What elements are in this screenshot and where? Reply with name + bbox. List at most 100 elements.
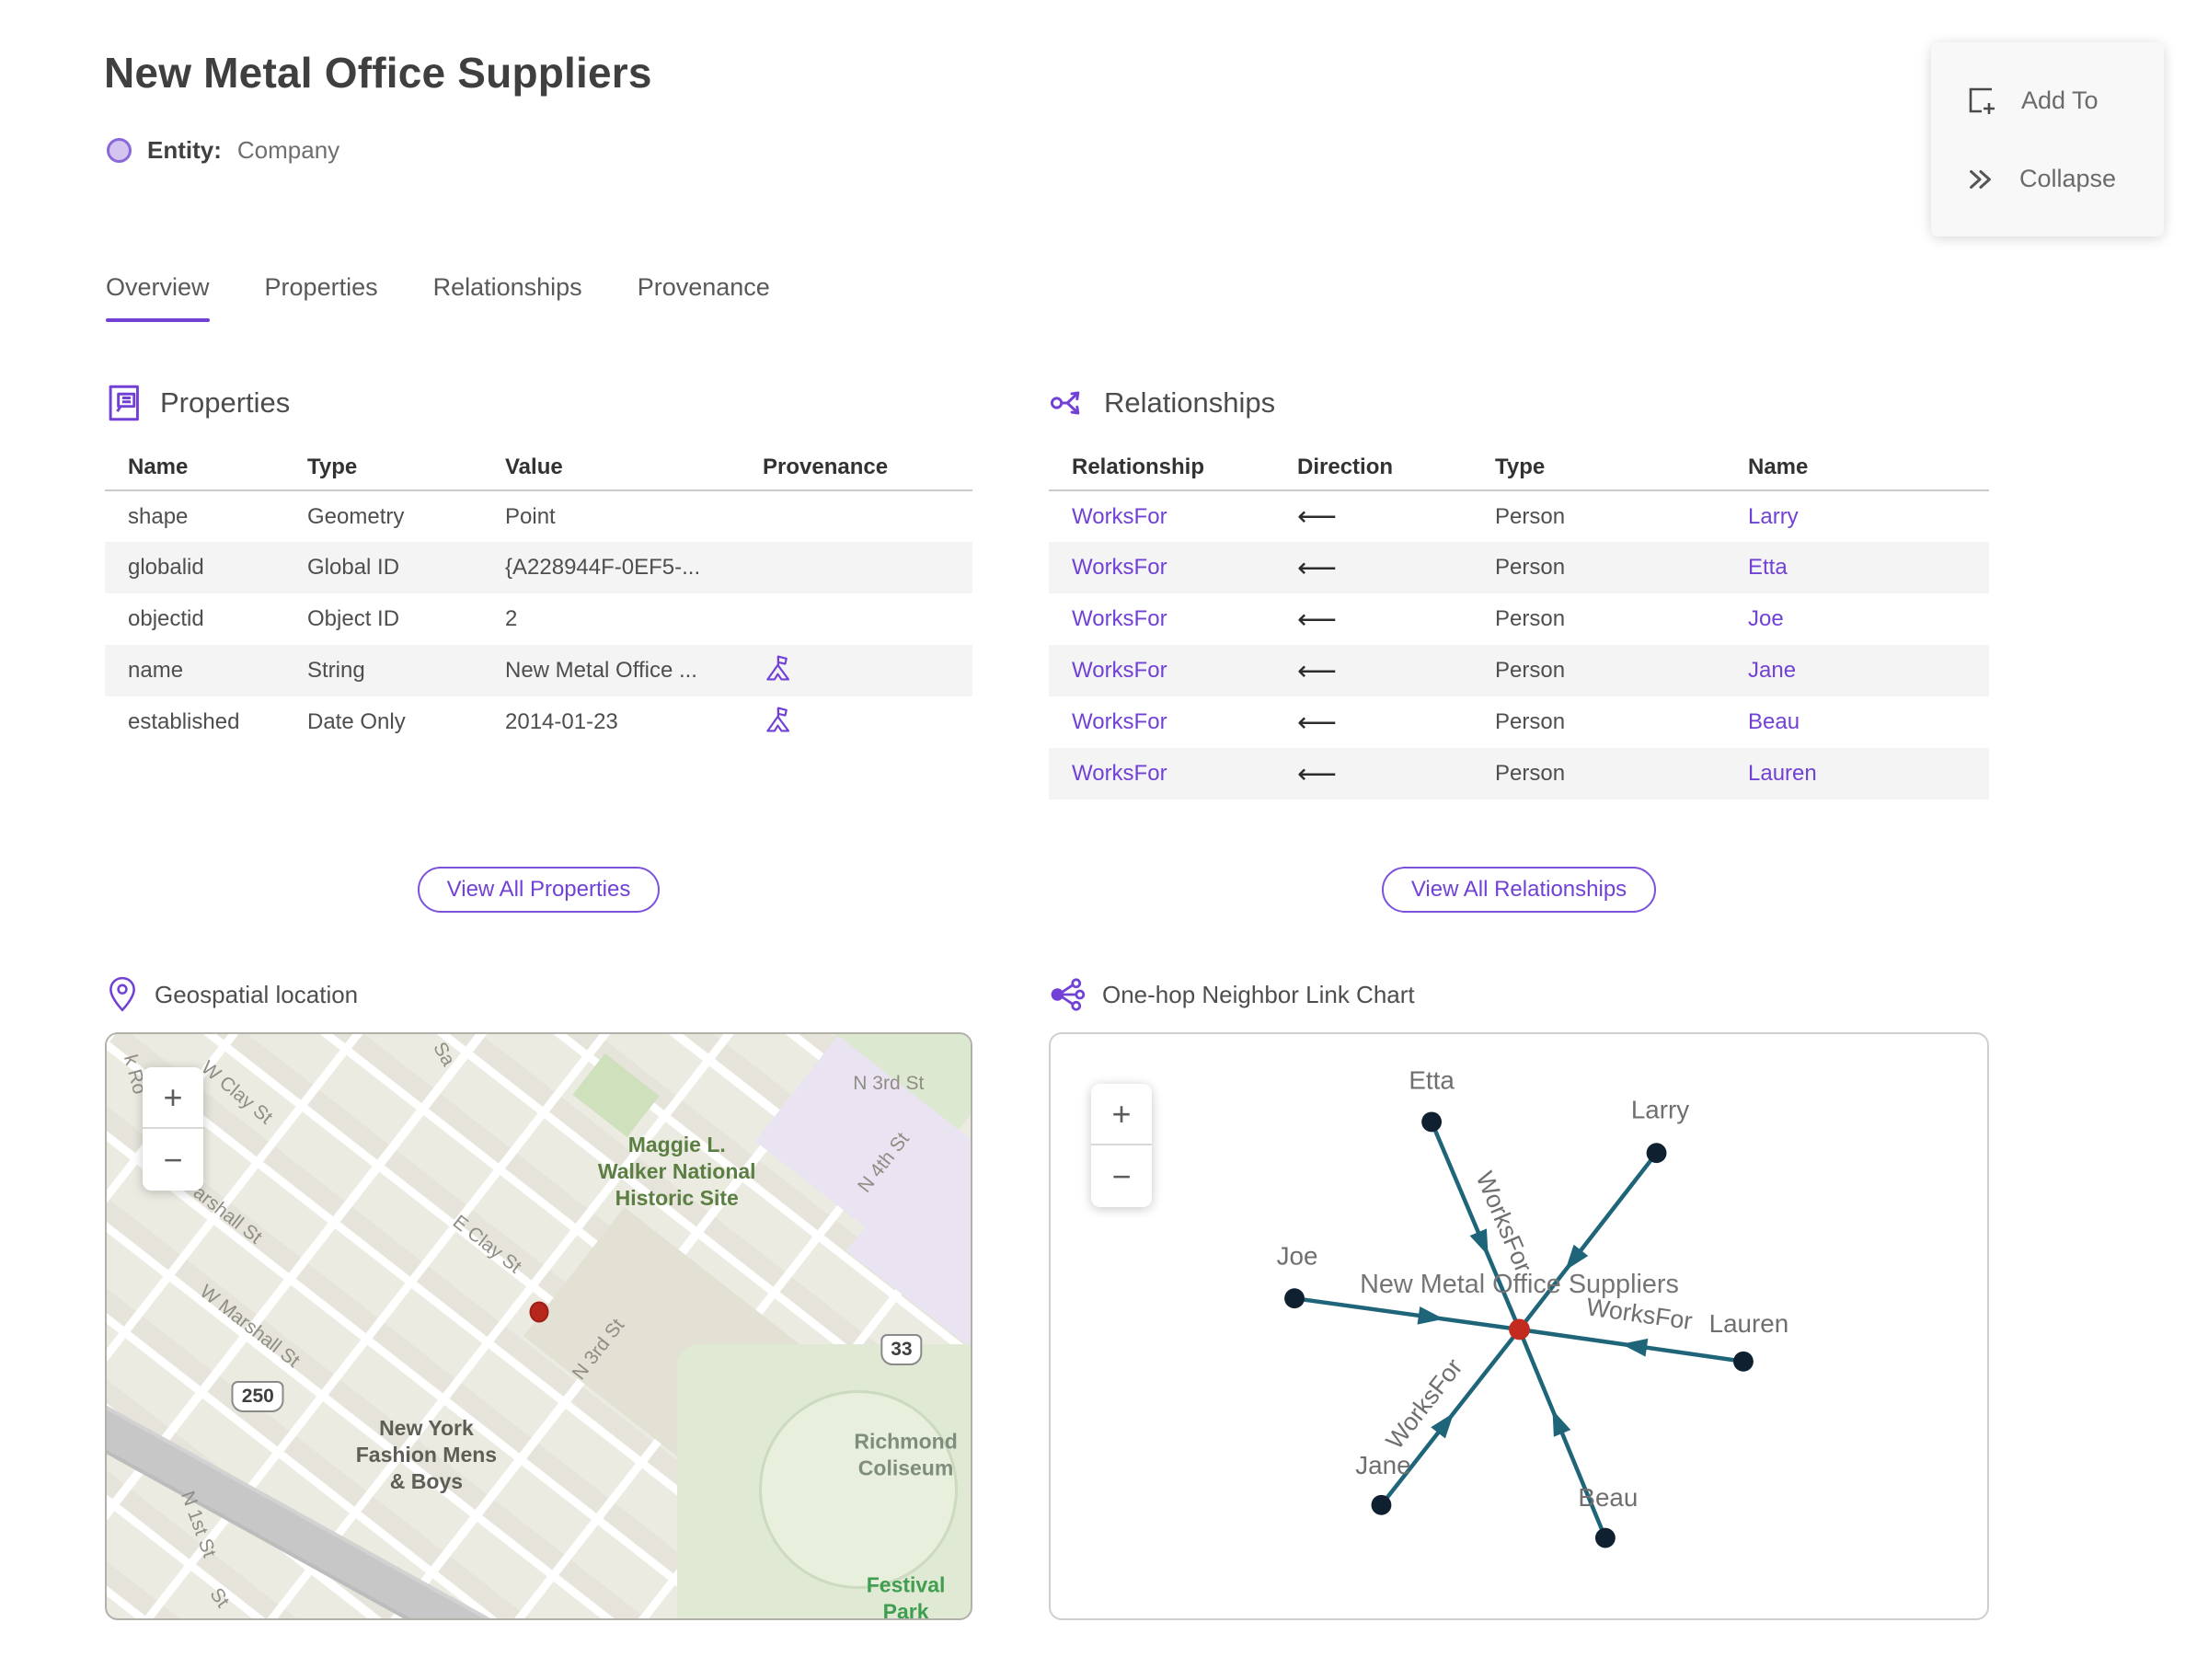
edge-arrowhead: [1552, 1410, 1571, 1437]
provenance-flag-icon[interactable]: [763, 651, 792, 685]
relationships-section-header: Relationships: [1049, 382, 1989, 424]
related-entity-link[interactable]: Beau: [1748, 709, 1800, 734]
edge-arrowhead: [1417, 1306, 1444, 1325]
property-provenance: [763, 542, 972, 593]
add-to-label: Add To: [2021, 86, 2099, 114]
col-header-name: Name: [1748, 444, 1989, 491]
direction-arrow-icon: ⟵: [1297, 604, 1338, 635]
col-header-relationship: Relationship: [1049, 444, 1297, 491]
map-zoom-in-button[interactable]: +: [143, 1067, 203, 1129]
node-etta[interactable]: [1421, 1111, 1443, 1133]
related-entity-link[interactable]: Jane: [1748, 658, 1796, 683]
route-shield: 250: [231, 1380, 284, 1412]
relationship-link[interactable]: WorksFor: [1072, 606, 1167, 631]
map-coliseum-shape: [758, 1390, 958, 1590]
add-to-button[interactable]: Add To: [1964, 84, 2164, 117]
relationships-table: Relationship Direction Type Name WorksFo…: [1049, 444, 1989, 800]
page-title: New Metal Office Suppliers: [104, 49, 652, 97]
col-header-value: Value: [505, 444, 763, 491]
property-row: established Date Only 2014-01-23: [105, 696, 972, 748]
one-hop-link-chart[interactable]: WorksFor WorksFor WorksFor New Metal Office…: [1049, 1032, 1989, 1620]
relationship-row: WorksFor ⟵ Person Etta: [1049, 542, 1989, 593]
node-joe[interactable]: [1284, 1288, 1305, 1309]
edge-label: WorksFor: [1471, 1168, 1538, 1276]
view-all-properties-button[interactable]: View All Properties: [417, 867, 661, 913]
relationship-row: WorksFor ⟵ Person Jane: [1049, 645, 1989, 696]
relationship-link[interactable]: WorksFor: [1072, 658, 1167, 683]
relationships-section-title: Relationships: [1104, 386, 1276, 419]
node-beau[interactable]: [1594, 1527, 1616, 1548]
relationship-link[interactable]: WorksFor: [1072, 504, 1167, 529]
property-value: Point: [505, 503, 556, 529]
property-value: {A228944F-0EF5-...: [505, 555, 701, 580]
map-pin-icon: [109, 976, 135, 1012]
property-type: Object ID: [307, 606, 400, 631]
node-label-etta: Etta: [1409, 1066, 1455, 1095]
related-entity-link[interactable]: Etta: [1748, 555, 1788, 580]
property-value: New Metal Office ...: [505, 658, 697, 683]
direction-arrow-icon: ⟵: [1297, 552, 1338, 583]
properties-table: Name Type Value Provenance shape Geometry…: [105, 444, 972, 748]
tab-overview[interactable]: Overview: [106, 273, 210, 322]
property-name: name: [128, 658, 184, 683]
property-type: String: [307, 658, 365, 683]
link-chart-canvas: WorksForWorksForWorksForNew Metal Office…: [1277, 1066, 1788, 1548]
center-node[interactable]: [1509, 1318, 1530, 1341]
tab-properties[interactable]: Properties: [265, 273, 378, 322]
link-chart-icon: [1051, 978, 1086, 1011]
entity-label: Entity:: [147, 136, 222, 164]
related-entity-type: Person: [1495, 658, 1566, 683]
property-type: Date Only: [307, 709, 406, 734]
property-provenance: [763, 696, 972, 748]
related-entity-link[interactable]: Larry: [1748, 504, 1799, 529]
direction-arrow-icon: ⟵: [1297, 707, 1338, 738]
map[interactable]: k Ro W Clay St Sa N 3rd St Maggie L. Walker …: [105, 1032, 972, 1620]
properties-table-wrap: Name Type Value Provenance shape Geometry…: [105, 444, 972, 867]
property-row: objectid Object ID 2: [105, 593, 972, 645]
node-lauren[interactable]: [1733, 1351, 1754, 1372]
entity-type-value: Company: [236, 136, 340, 164]
edge-joe-worksfor[interactable]: [1294, 1295, 1520, 1332]
chart-zoom-out-button[interactable]: −: [1091, 1145, 1152, 1207]
route-shield: 33: [880, 1333, 923, 1365]
relationship-row: WorksFor ⟵ Person Lauren: [1049, 748, 1989, 800]
property-row: shape Geometry Point: [105, 490, 972, 542]
property-value: 2014-01-23: [505, 709, 618, 734]
entity-type-row: Entity: Company: [107, 136, 339, 165]
col-header-direction: Direction: [1297, 444, 1495, 491]
col-header-type: Type: [1495, 444, 1748, 491]
tab-provenance[interactable]: Provenance: [638, 273, 770, 322]
tab-relationships[interactable]: Relationships: [433, 273, 582, 322]
relationships-table-wrap: Relationship Direction Type Name WorksFo…: [1049, 444, 1989, 867]
collapse-button[interactable]: Collapse: [1964, 164, 2164, 195]
floating-actions-panel: Add To Collapse: [1931, 42, 2164, 236]
relationships-column: Relationships Relationship Direction Typ…: [1049, 382, 1989, 1620]
relationship-row: WorksFor ⟵ Person Joe: [1049, 593, 1989, 645]
related-entity-link[interactable]: Joe: [1748, 606, 1784, 631]
view-all-relationships-button[interactable]: View All Relationships: [1381, 867, 1657, 913]
node-label-joe: Joe: [1277, 1241, 1318, 1270]
edge-arrowhead: [1469, 1228, 1489, 1256]
direction-arrow-icon: ⟵: [1297, 501, 1338, 532]
relationship-link[interactable]: WorksFor: [1072, 761, 1167, 786]
node-larry[interactable]: [1646, 1143, 1667, 1164]
geospatial-section-title: Geospatial location: [155, 980, 359, 1008]
related-entity-link[interactable]: Lauren: [1748, 761, 1817, 786]
node-jane[interactable]: [1371, 1494, 1392, 1515]
col-header-name: Name: [105, 444, 307, 491]
map-zoom-out-button[interactable]: −: [143, 1129, 203, 1191]
tab-bar: Overview Properties Relationships Provenanc…: [106, 273, 770, 322]
link-chart-section-header: One-hop Neighbor Link Chart: [1049, 973, 1989, 1016]
property-value: 2: [505, 606, 518, 631]
relationship-row: WorksFor ⟵ Person Beau: [1049, 696, 1989, 748]
relationship-link[interactable]: WorksFor: [1072, 709, 1167, 734]
related-entity-type: Person: [1495, 606, 1566, 631]
edge-label: WorksFor: [1381, 1353, 1468, 1455]
center-node-label: New Metal Office Suppliers: [1360, 1270, 1679, 1299]
col-header-type: Type: [307, 444, 505, 491]
related-entity-type: Person: [1495, 503, 1566, 529]
provenance-flag-icon[interactable]: [763, 703, 792, 736]
relationship-link[interactable]: WorksFor: [1072, 555, 1167, 580]
chart-zoom-in-button[interactable]: +: [1091, 1084, 1152, 1145]
property-provenance: [763, 490, 972, 542]
